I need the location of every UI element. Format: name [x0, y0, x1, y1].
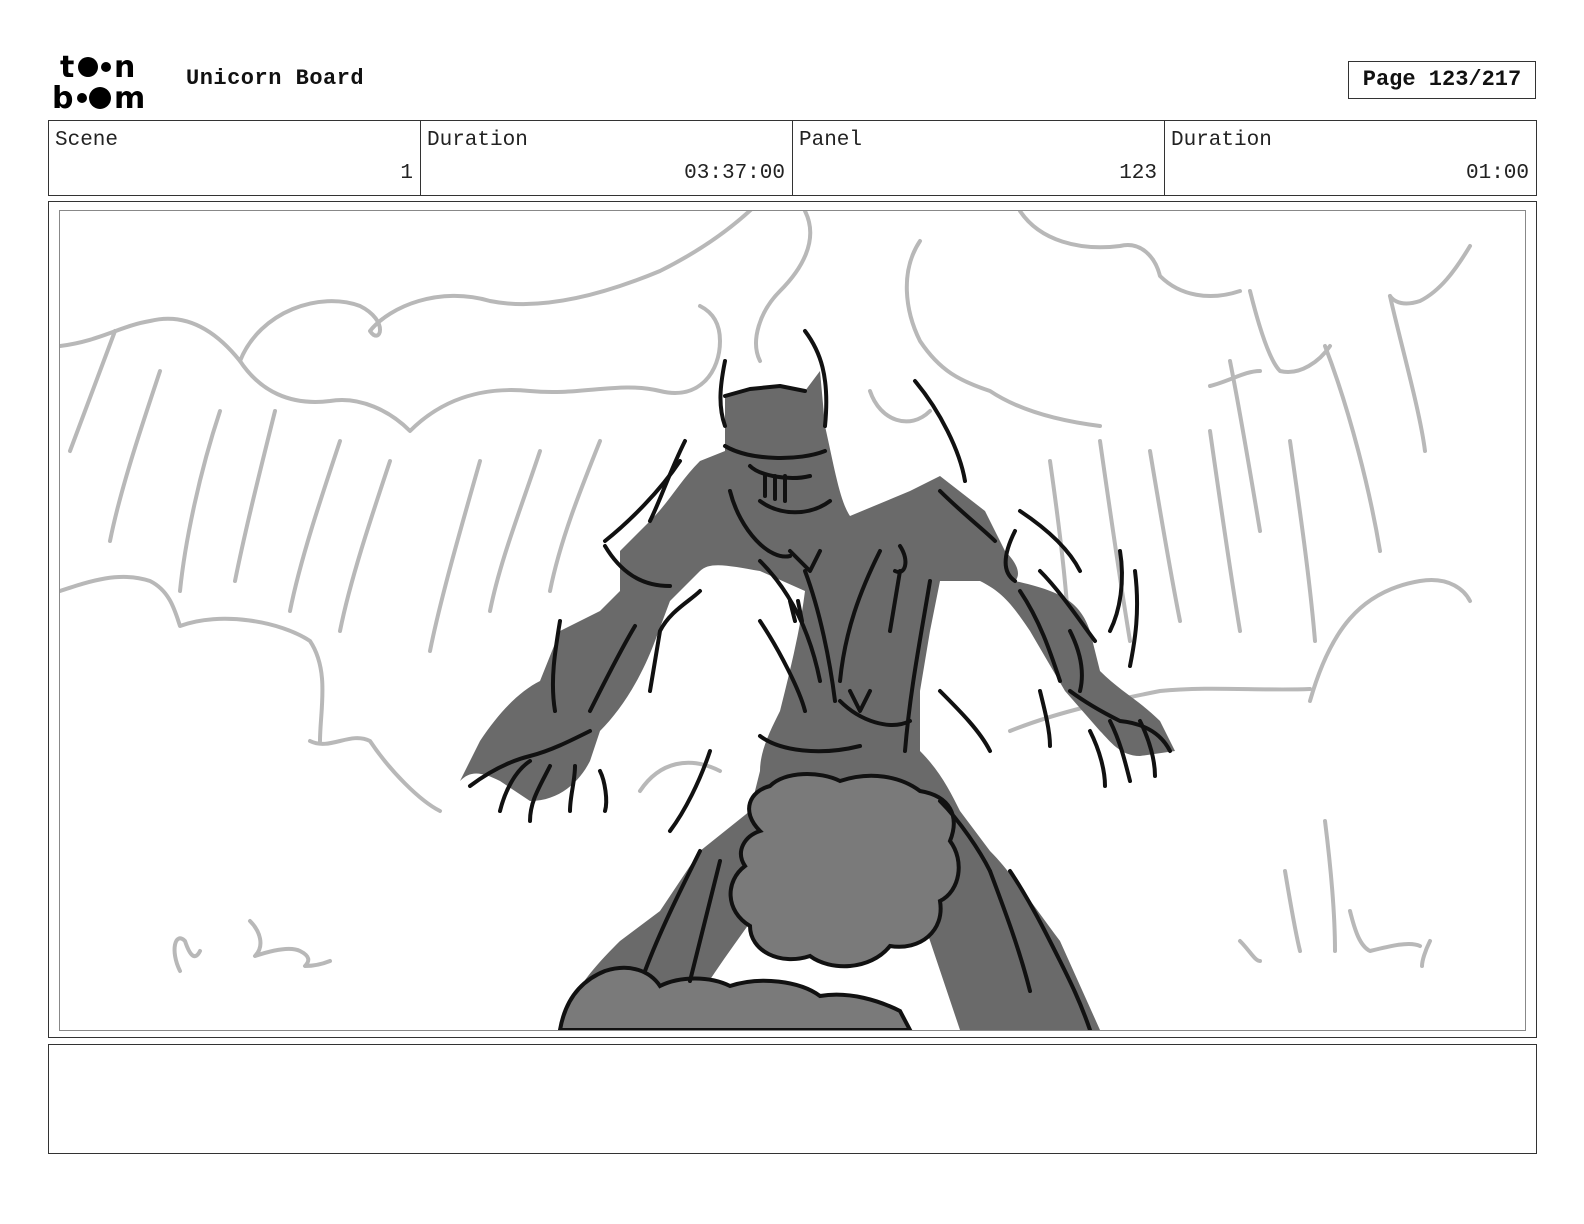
scene-duration-value: 03:37:00	[684, 162, 785, 185]
panel-duration-label: Duration	[1171, 129, 1272, 152]
panel-duration-value: 01:00	[1465, 162, 1529, 185]
panel-duration-cell: Duration 01:00	[1165, 121, 1536, 195]
scene-duration-cell: Duration 03:37:00	[421, 121, 793, 195]
storyboard-sketch	[60, 211, 1525, 1030]
toon-boom-logo-icon: t n b m	[52, 50, 145, 112]
svg-text:m: m	[114, 81, 145, 112]
panel-value: 123	[1119, 162, 1157, 185]
scene-value: 1	[400, 162, 413, 185]
panel-image	[59, 210, 1526, 1031]
scene-label: Scene	[55, 129, 119, 152]
svg-text:n: n	[114, 50, 135, 85]
scene-info-table: Scene 1 Duration 03:37:00 Panel 123 Dura…	[48, 120, 1537, 196]
board-title: Unicorn Board	[186, 66, 365, 91]
svg-text:t: t	[60, 50, 74, 85]
panel-label: Panel	[799, 129, 863, 152]
panel-notes[interactable]	[48, 1044, 1537, 1154]
toon-boom-logo: t n b m	[52, 50, 164, 112]
page-indicator: Page 123/217	[1348, 61, 1536, 99]
panel-cell: Panel 123	[793, 121, 1165, 195]
svg-text:b: b	[52, 81, 73, 112]
scene-duration-label: Duration	[427, 129, 528, 152]
scene-cell: Scene 1	[49, 121, 421, 195]
